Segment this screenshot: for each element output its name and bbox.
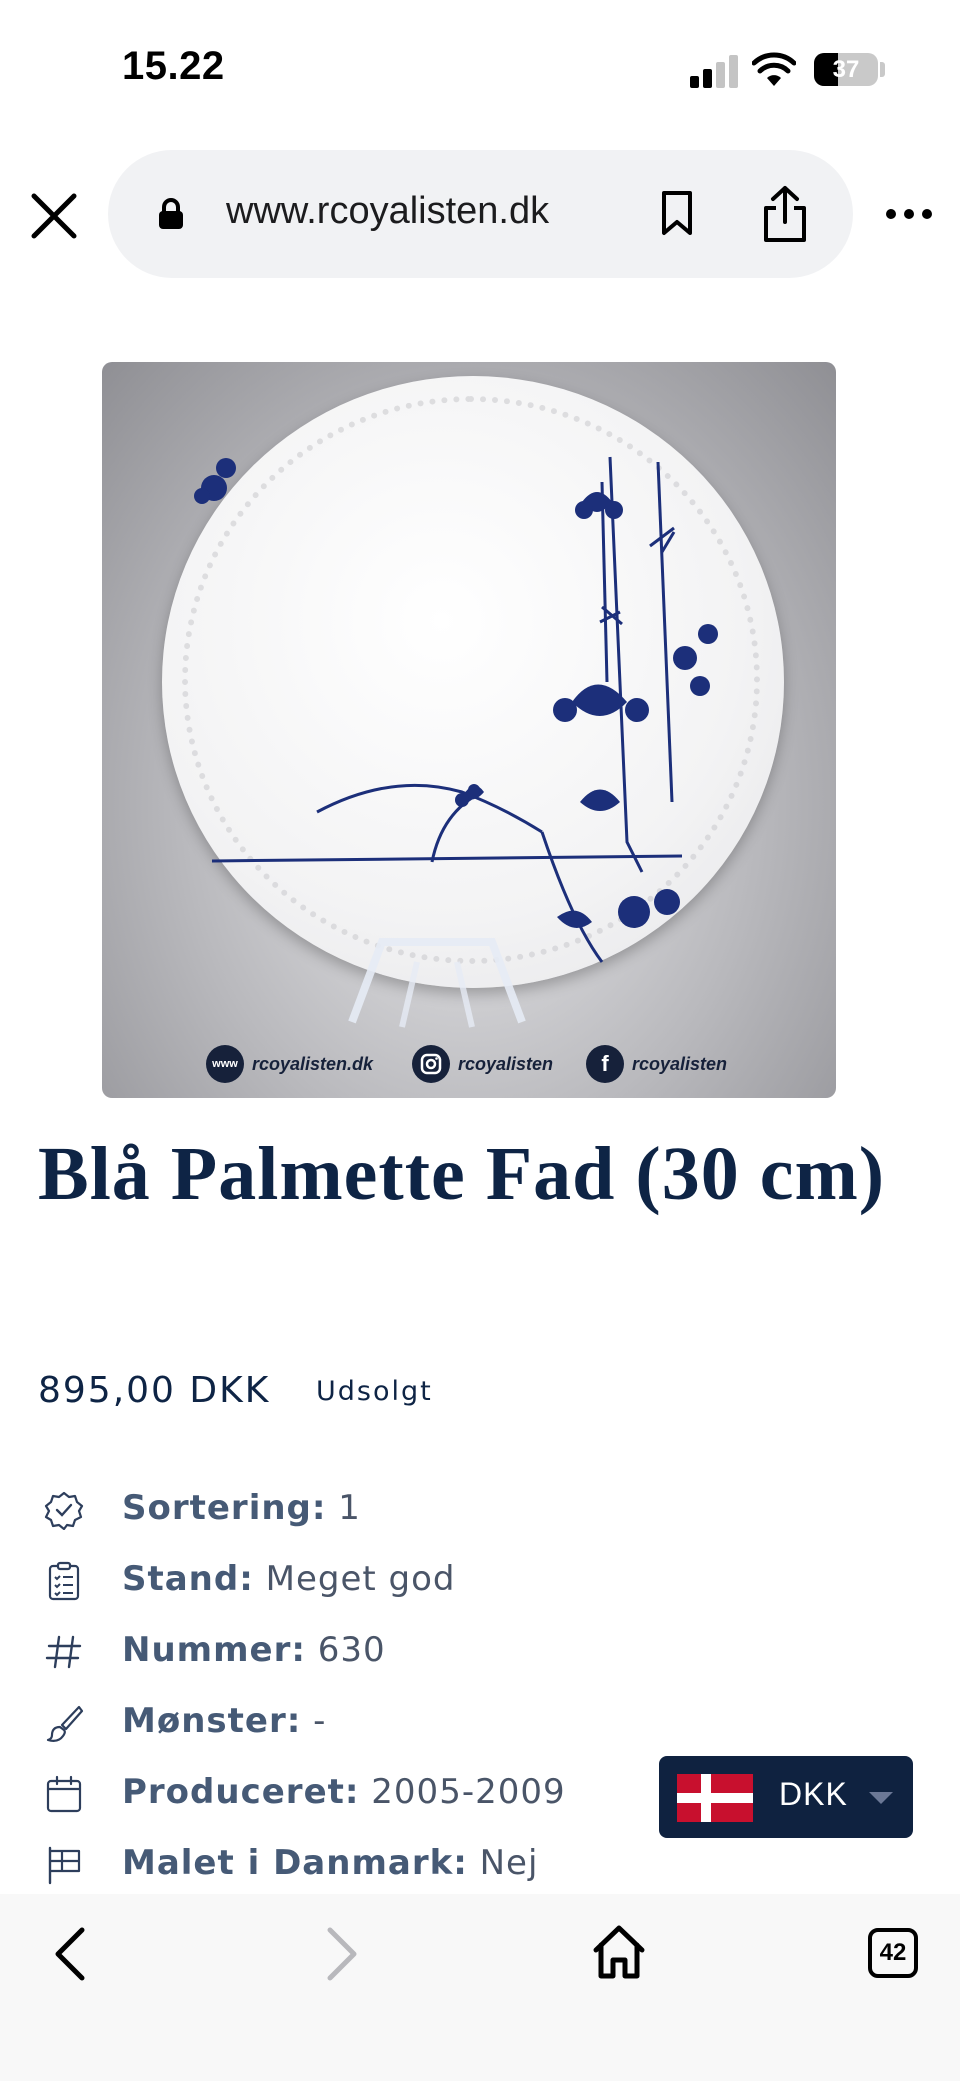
more-icon[interactable] — [884, 200, 934, 228]
currency-selector[interactable]: DKK — [659, 1756, 913, 1838]
denmark-flag-icon — [677, 1774, 753, 1822]
attribute-produceret: Produceret: 2005-2009 — [44, 1766, 644, 1822]
lock-icon — [159, 198, 183, 229]
clipboard-list-icon — [48, 1561, 80, 1601]
attribute-label: Sortering: — [122, 1488, 327, 1528]
browser-toolbar — [0, 1894, 960, 2081]
back-icon[interactable] — [50, 1924, 90, 1984]
attribute-value: Meget god — [253, 1559, 456, 1599]
watermark-facebook-text: rcoyalisten — [632, 1053, 728, 1074]
attribute-label: Produceret: — [122, 1772, 360, 1812]
tabs-icon[interactable]: 42 — [868, 1928, 918, 1978]
wifi-icon — [752, 52, 796, 86]
product-title: Blå Palmette Fad (30 cm) — [38, 1132, 886, 1216]
attribute-malet-i-danmark: Malet i Danmark: Nej — [44, 1837, 644, 1893]
attribute-sortering: Sortering: 1 — [44, 1482, 644, 1538]
share-icon[interactable] — [760, 184, 810, 244]
forward-icon[interactable] — [322, 1924, 362, 1984]
hash-icon — [45, 1635, 82, 1669]
url-text[interactable]: www.rcoyalisten.dk — [226, 190, 549, 233]
close-icon[interactable] — [24, 186, 84, 246]
currency-code: DKK — [779, 1776, 848, 1812]
attribute-value: 630 — [305, 1630, 386, 1670]
facebook-icon: f — [586, 1045, 624, 1083]
attribute-value: 1 — [326, 1488, 361, 1528]
brush-icon — [46, 1705, 84, 1742]
attribute-stand: Stand: Meget god — [44, 1553, 644, 1609]
watermark-instagram: rcoyalisten — [412, 1044, 553, 1084]
stock-status: Udsolgt — [316, 1376, 433, 1407]
battery-percentage: 37 — [832, 56, 860, 83]
attribute-value: 2005-2009 — [359, 1772, 566, 1812]
web-icon: www — [206, 1045, 244, 1083]
attribute-label: Stand: — [122, 1559, 254, 1599]
attribute-label: Malet i Danmark: — [122, 1843, 468, 1883]
attribute-label: Nummer: — [122, 1630, 306, 1670]
product-price: 895,00 DKK — [38, 1370, 271, 1411]
badge-check-icon — [44, 1491, 84, 1530]
battery-icon: 37 — [814, 53, 878, 86]
calendar-icon — [46, 1775, 82, 1813]
home-icon[interactable] — [592, 1924, 646, 1980]
attribute-label: Mønster: — [122, 1701, 302, 1741]
attribute-value: - — [301, 1701, 327, 1741]
attribute-monster: Mønster: - — [44, 1695, 644, 1751]
watermark-web: www rcoyalisten.dk — [206, 1044, 373, 1084]
bookmark-icon[interactable] — [660, 190, 694, 236]
watermark-web-text: rcoyalisten.dk — [252, 1053, 374, 1074]
watermark-facebook: f rcoyalisten — [586, 1044, 727, 1084]
watermark-instagram-text: rcoyalisten — [458, 1053, 554, 1074]
flag-icon — [48, 1846, 81, 1885]
blue-palmette-pattern — [194, 456, 718, 963]
image-watermark: www rcoyalisten.dk rcoyalisten f rcoyali… — [102, 1044, 836, 1084]
attribute-nummer: Nummer: 630 — [44, 1624, 644, 1680]
instagram-icon — [412, 1045, 450, 1083]
status-bar: 15.22 37 — [0, 0, 960, 140]
cellular-signal-icon — [690, 54, 740, 88]
chevron-down-icon — [869, 1792, 893, 1804]
attribute-value: Nej — [467, 1843, 539, 1883]
product-image[interactable]: www rcoyalisten.dk rcoyalisten f rcoyali… — [102, 362, 836, 1098]
status-time: 15.22 — [122, 44, 225, 88]
battery-tip — [880, 62, 885, 77]
